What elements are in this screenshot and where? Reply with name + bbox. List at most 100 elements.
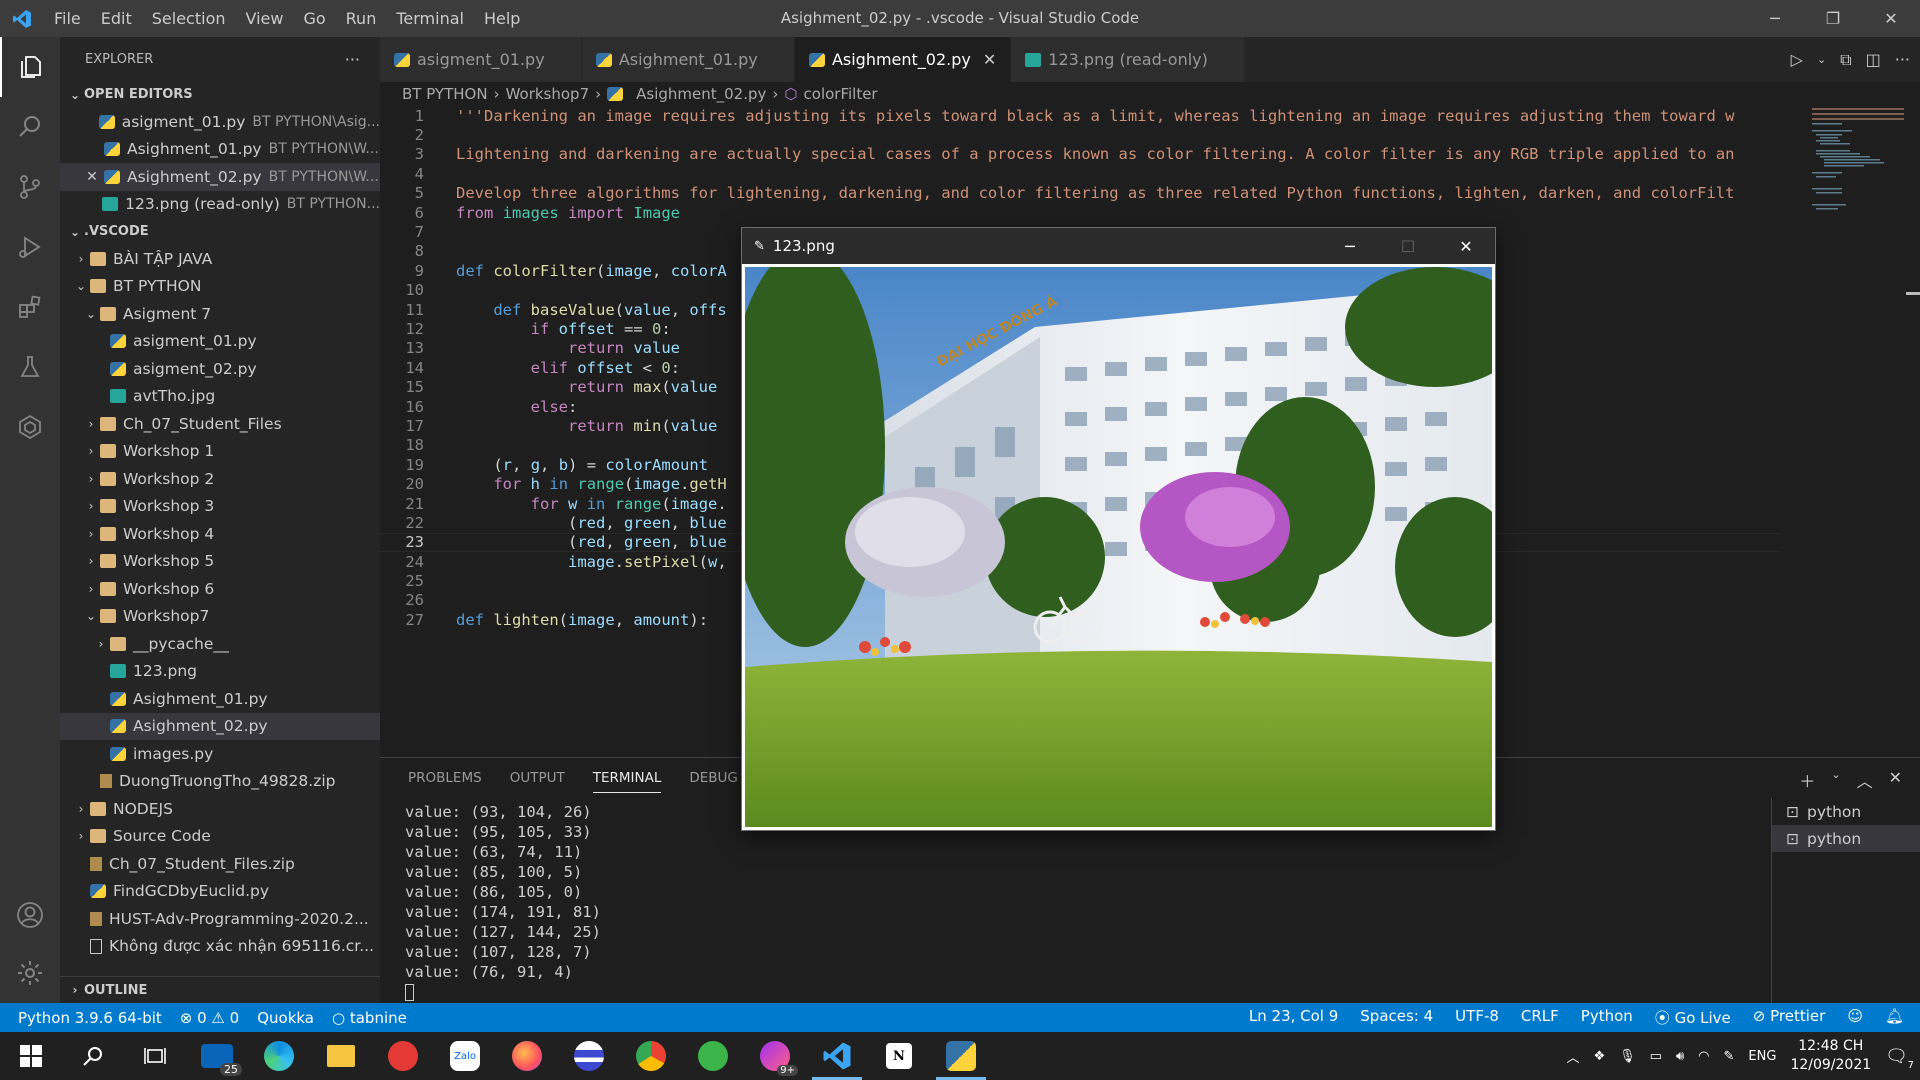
tree-file[interactable]: Asighment_01.py (60, 685, 380, 713)
workspace-section[interactable]: ⌄ .VSCODE (60, 218, 380, 245)
file-explorer-icon[interactable] (310, 1032, 372, 1080)
close-tab-icon[interactable]: ✕ (983, 50, 996, 69)
tree-file[interactable]: 123.png (60, 658, 380, 686)
breadcrumb-item[interactable]: Asighment_02.py (636, 85, 766, 103)
start-windows-icon[interactable] (0, 1032, 62, 1080)
open-preview-icon[interactable]: ⧉ (1840, 50, 1851, 70)
close-icon[interactable]: ✕ (80, 169, 104, 185)
remote-explorer-icon[interactable] (0, 397, 60, 457)
indentation[interactable]: Spaces: 4 (1360, 1007, 1433, 1028)
menu-terminal[interactable]: Terminal (386, 0, 474, 37)
tree-folder[interactable]: › __pycache__ (60, 630, 380, 658)
tree-file[interactable]: Asighment_02.py (60, 712, 380, 740)
tab-terminal[interactable]: TERMINAL (592, 770, 662, 793)
tree-folder[interactable]: › BÀI TẬP JAVA (60, 245, 380, 273)
restore-button[interactable]: ❐ (1804, 0, 1862, 37)
close-panel-icon[interactable]: ✕ (1889, 768, 1902, 792)
breadcrumb-item[interactable]: Workshop7 (506, 85, 590, 103)
menu-help[interactable]: Help (474, 0, 530, 37)
outline-section[interactable]: › OUTLINE (60, 976, 380, 1003)
menu-edit[interactable]: Edit (91, 0, 142, 37)
image-viewer-window[interactable]: ✎ 123.png ─ ☐ ✕ ĐẠI HỌC ĐÔNG Á (741, 227, 1496, 831)
edge-browser-icon[interactable] (248, 1032, 310, 1080)
tree-folder[interactable]: › Source Code (60, 823, 380, 851)
encoding[interactable]: UTF-8 (1455, 1007, 1499, 1028)
tree-file[interactable]: avtTho.jpg (60, 383, 380, 411)
extensions-icon[interactable] (0, 277, 60, 337)
chevron-down-icon[interactable]: ⌄ (1817, 53, 1826, 66)
tree-file[interactable]: images.py (60, 740, 380, 768)
tree-file[interactable]: Ch_07_Student_Files.zip (60, 850, 380, 878)
tree-file[interactable]: FindGCDbyEuclid.py (60, 878, 380, 906)
run-python-file-icon[interactable]: ▷ (1791, 50, 1803, 69)
split-editor-icon[interactable]: ◫ (1866, 50, 1881, 69)
terminal-instance[interactable]: ⊡ python (1772, 825, 1920, 852)
open-editor-item[interactable]: ✕ Asighment_02.py BT PYTHON\W... (60, 163, 380, 191)
menu-selection[interactable]: Selection (142, 0, 236, 37)
cursor-position[interactable]: Ln 23, Col 9 (1249, 1007, 1338, 1028)
editor-tab[interactable]: asigment_01.py (380, 37, 582, 82)
explorer-icon[interactable] (0, 37, 60, 97)
search-icon[interactable] (0, 97, 60, 157)
image-window-titlebar[interactable]: ✎ 123.png ─ ☐ ✕ (742, 228, 1495, 264)
chevron-up-icon[interactable]: ︿ (1566, 1047, 1579, 1066)
source-control-icon[interactable] (0, 157, 60, 217)
close-window-button[interactable]: ✕ (1862, 0, 1920, 37)
open-editor-item[interactable]: 123.png (read-only) BT PYTHON... (60, 191, 380, 219)
testing-icon[interactable] (0, 337, 60, 397)
breadcrumb-item[interactable]: colorFilter (804, 85, 878, 103)
tree-folder[interactable]: ⌄ BT PYTHON (60, 273, 380, 301)
search-icon[interactable] (62, 1032, 124, 1080)
python-interpreter[interactable]: Python 3.9.6 64-bit (18, 1009, 162, 1027)
line-ending[interactable]: CRLF (1521, 1007, 1559, 1028)
terminal-output[interactable]: value: (93, 104, 26) value: (95, 105, 33)… (405, 802, 601, 1002)
notion-icon[interactable]: N (868, 1032, 930, 1080)
quokka-status[interactable]: Quokka (257, 1009, 314, 1027)
chrome-icon[interactable] (620, 1032, 682, 1080)
tree-file[interactable]: HUST-Adv-Programming-2020.2... (60, 905, 380, 933)
tree-file[interactable]: asigment_02.py (60, 355, 380, 383)
menu-run[interactable]: Run (336, 0, 387, 37)
tree-file[interactable]: Không được xác nhận 695116.cr... (60, 933, 380, 958)
language-indicator[interactable]: ENG (1748, 1049, 1776, 1064)
tabnine-status[interactable]: ○ tabnine (332, 1009, 407, 1027)
messenger-icon[interactable]: 9+ (744, 1032, 806, 1080)
breadcrumb-item[interactable]: BT PYTHON (402, 85, 488, 103)
tree-folder[interactable]: › Workshop 3 (60, 493, 380, 521)
open-editor-item[interactable]: Asighment_01.py BT PYTHON\W... (60, 136, 380, 164)
problems-count[interactable]: ⊗ 0 ⚠ 0 (180, 1009, 239, 1027)
dropbox-icon[interactable]: ❖ (1594, 1049, 1606, 1064)
close-tab-icon[interactable] (1220, 50, 1230, 69)
firefox-icon[interactable] (496, 1032, 558, 1080)
volume-icon[interactable]: 🔊︎ (1676, 1049, 1684, 1064)
language-mode[interactable]: Python (1581, 1007, 1633, 1028)
menu-go[interactable]: Go (293, 0, 335, 37)
microphone-icon[interactable]: 🎙︎ (1619, 1049, 1636, 1064)
tree-file[interactable]: asigment_01.py (60, 328, 380, 356)
minimap[interactable] (1808, 106, 1908, 236)
app-sphere-icon[interactable] (558, 1032, 620, 1080)
maximize-panel-icon[interactable]: ︿ (1857, 768, 1873, 792)
maximize-button[interactable]: ☐ (1379, 228, 1437, 264)
close-image-window-button[interactable]: ✕ (1437, 228, 1495, 264)
account-icon[interactable] (0, 885, 60, 945)
task-view-icon[interactable] (124, 1032, 186, 1080)
wifi-icon[interactable]: ◠ (1698, 1049, 1709, 1064)
editor-tab[interactable]: Asighment_02.py ✕ (794, 37, 1012, 82)
app-red-icon[interactable] (372, 1032, 434, 1080)
minimize-button[interactable]: ─ (1321, 228, 1379, 264)
pen-icon[interactable]: ✎ (1724, 1049, 1735, 1064)
editor-tab[interactable]: Asighment_01.py (581, 37, 795, 82)
chevron-down-icon[interactable]: ⌄ (1831, 768, 1840, 792)
tree-folder[interactable]: ⌄ Asigment 7 (60, 300, 380, 328)
close-tab-icon[interactable] (557, 50, 567, 69)
tree-folder[interactable]: › Workshop 2 (60, 465, 380, 493)
vscode-taskbar-icon[interactable] (806, 1032, 868, 1080)
terminal-instance[interactable]: ⊡ python (1772, 798, 1920, 825)
zalo-icon[interactable]: Zalo (434, 1032, 496, 1080)
feedback-icon[interactable]: ☺ (1847, 1007, 1863, 1028)
clock[interactable]: 12:48 CH 12/09/2021 (1790, 1037, 1871, 1075)
mail-icon[interactable]: 25 (186, 1032, 248, 1080)
battery-icon[interactable]: ▭ (1650, 1049, 1662, 1064)
tree-folder[interactable]: › Workshop 6 (60, 575, 380, 603)
